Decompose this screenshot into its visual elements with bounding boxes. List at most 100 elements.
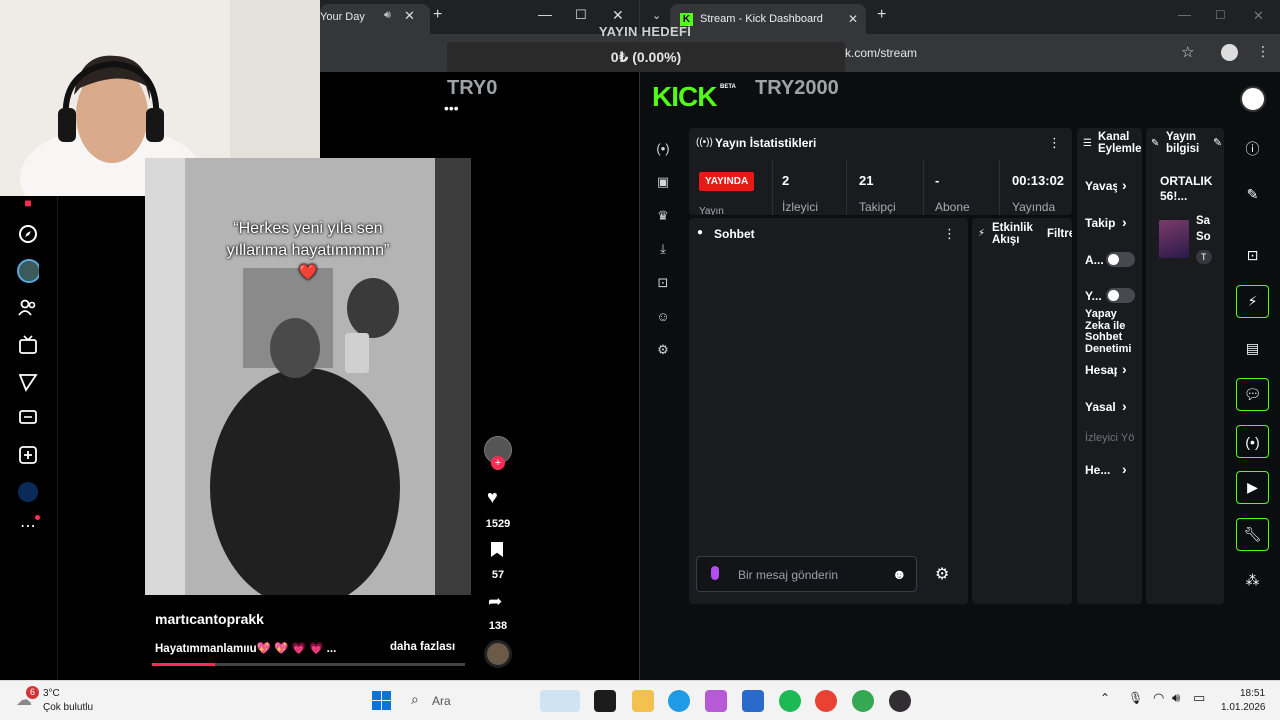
nav-trophy-icon[interactable]: ♛ [646,199,680,233]
profile-avatar[interactable] [17,481,39,503]
clock-date[interactable]: 1.01.2026 [1221,702,1266,713]
upload-icon[interactable] [17,444,39,466]
task-view-icon[interactable] [594,690,616,712]
action-slow-mode[interactable]: Yavaş [1085,179,1117,193]
chevron-right-icon[interactable]: › [1122,398,1127,414]
share-icon[interactable]: ➦ [488,592,502,612]
emoji-icon[interactable]: ☻ [892,566,907,582]
taskbar-search[interactable]: Ara [432,694,451,708]
left-tab-title[interactable]: Your Day [320,11,365,23]
browser-menu-icon[interactable]: ⋮ [1256,43,1270,60]
copilot-icon[interactable] [705,690,727,712]
activity-panel: ⚡︎ Etkinlik Akışı Filtre [972,218,1072,604]
wrench-icon[interactable]: 🔧︎ [1236,518,1269,551]
mic-icon[interactable] [711,566,719,580]
pencil-icon[interactable]: ✎ [1236,178,1269,211]
share-count: 138 [488,620,508,632]
user-avatar[interactable] [1240,86,1266,112]
video-progress-track[interactable] [152,663,465,666]
action-legal[interactable]: Yasal [1085,400,1116,414]
chevron-right-icon[interactable]: › [1122,461,1127,477]
stat-divider [846,160,847,215]
chevron-right-icon[interactable]: › [1122,177,1127,193]
spotify-icon[interactable] [779,690,801,712]
nav-stream-icon[interactable]: (•) [646,132,680,166]
kick-logo[interactable]: KICK [652,81,717,113]
edit-info-icon[interactable]: ✎ [1213,136,1222,149]
nav-analytics-icon[interactable]: ▣ [646,166,680,200]
maximize-icon[interactable]: ☐ [575,7,587,23]
messages-icon[interactable] [17,371,39,393]
chrome-icon[interactable] [815,690,837,712]
url-text[interactable]: k.com/stream [845,46,917,60]
live-sub-label: Yayın [699,206,724,215]
stats-menu-icon[interactable]: ⋮ [1048,135,1061,151]
activity-filter-button[interactable]: Filtre [1047,228,1072,240]
screen-capture-icon[interactable]: ⊡ [1236,239,1269,272]
chat-menu-icon[interactable]: ⋮ [943,226,956,242]
mic-tray-icon[interactable]: 🎙︎ [1128,691,1143,705]
video-username[interactable]: martıcantoprakk [155,611,264,627]
close-right-window-icon[interactable]: ✕ [1253,8,1264,24]
chevron-right-icon[interactable]: › [1122,214,1127,230]
minimize-icon[interactable]: — [538,6,552,22]
volume-icon[interactable]: 🔊︎ [1172,690,1180,706]
edge-icon[interactable] [668,690,690,712]
chat-bubble-icon[interactable]: 💬︎ [1236,378,1269,411]
live-avatar-icon[interactable] [17,259,39,283]
clock-time[interactable]: 18:51 [1240,688,1265,699]
video-icon[interactable]: ▶ [1236,471,1269,504]
profile-icon[interactable] [1221,44,1238,61]
stat-label: Yayında [1012,200,1056,214]
close-window-icon[interactable]: ✕ [612,7,624,24]
bookmark-star-icon[interactable]: ☆ [1181,43,1194,61]
music-disc-icon[interactable] [484,640,512,668]
file-explorer-icon[interactable] [632,690,654,712]
new-tab-right-icon[interactable]: + [877,6,886,24]
action-follow[interactable]: Takip [1085,216,1115,230]
action-account[interactable]: Hesap [1085,363,1117,377]
nav-community-icon[interactable]: ☺ [646,300,680,334]
following-icon[interactable] [17,297,39,319]
more-link[interactable]: daha fazlası [390,641,455,653]
nav-capture-icon[interactable]: ⊡ [646,266,680,300]
notes-icon[interactable]: ▤ [1236,332,1269,365]
chat-input[interactable]: Bir mesaj gönderin ☻ [696,556,917,592]
chat-settings-icon[interactable]: ⚙ [935,564,949,584]
wifi-icon[interactable]: ◠ [1153,690,1164,706]
more-icon[interactable]: ⋯ [17,515,40,537]
like-icon[interactable]: ♥ [487,487,498,508]
battery-icon[interactable]: ▭ [1193,690,1205,706]
widgets-icon[interactable] [540,690,580,712]
chevron-right-icon[interactable]: › [1122,361,1127,377]
inbox-icon[interactable] [17,407,39,429]
start-button-icon[interactable] [372,691,391,710]
new-tab-icon[interactable]: + [433,6,442,24]
nav-download-icon[interactable]: ⤓ [646,233,680,267]
live-tv-icon[interactable] [17,334,39,356]
lightning-icon[interactable]: ⚡︎ [1236,285,1269,318]
minimize-right-icon[interactable]: — [1178,7,1191,22]
action-he[interactable]: He... [1085,463,1110,477]
explore-icon[interactable] [17,223,39,245]
action-toggle-y[interactable] [1106,288,1135,303]
tiktok-sidebar: ■ ⋯ [0,196,58,680]
maximize-right-icon[interactable]: ☐ [1215,8,1226,22]
goal-bar: 0₺ (0.00%) [447,42,845,72]
broadcast-toggle-icon[interactable]: (•) [1236,425,1269,458]
gift-icon[interactable]: ■ [17,192,39,214]
action-toggle-a[interactable] [1106,252,1135,267]
close-tab-icon[interactable]: ✕ [404,8,415,24]
nav-settings-icon[interactable]: ⚙ [646,333,680,367]
obs-icon[interactable] [889,690,911,712]
store-icon[interactable] [742,690,764,712]
info-circle-icon[interactable]: ⓘ [1236,132,1269,165]
more-widgets-icon[interactable]: ⁂ [1236,564,1269,597]
tray-chevron-icon[interactable]: ⌃ [1100,691,1110,705]
chrome-profile-icon[interactable] [852,690,874,712]
taskbar-search-icon[interactable]: ⌕ [411,691,419,708]
follow-plus-icon[interactable]: + [491,456,505,470]
close-kick-tab-icon[interactable]: ✕ [848,12,858,26]
stream-title: ORTALIK 56!... [1160,174,1213,203]
tab-search-icon[interactable]: ⌄ [652,9,661,22]
